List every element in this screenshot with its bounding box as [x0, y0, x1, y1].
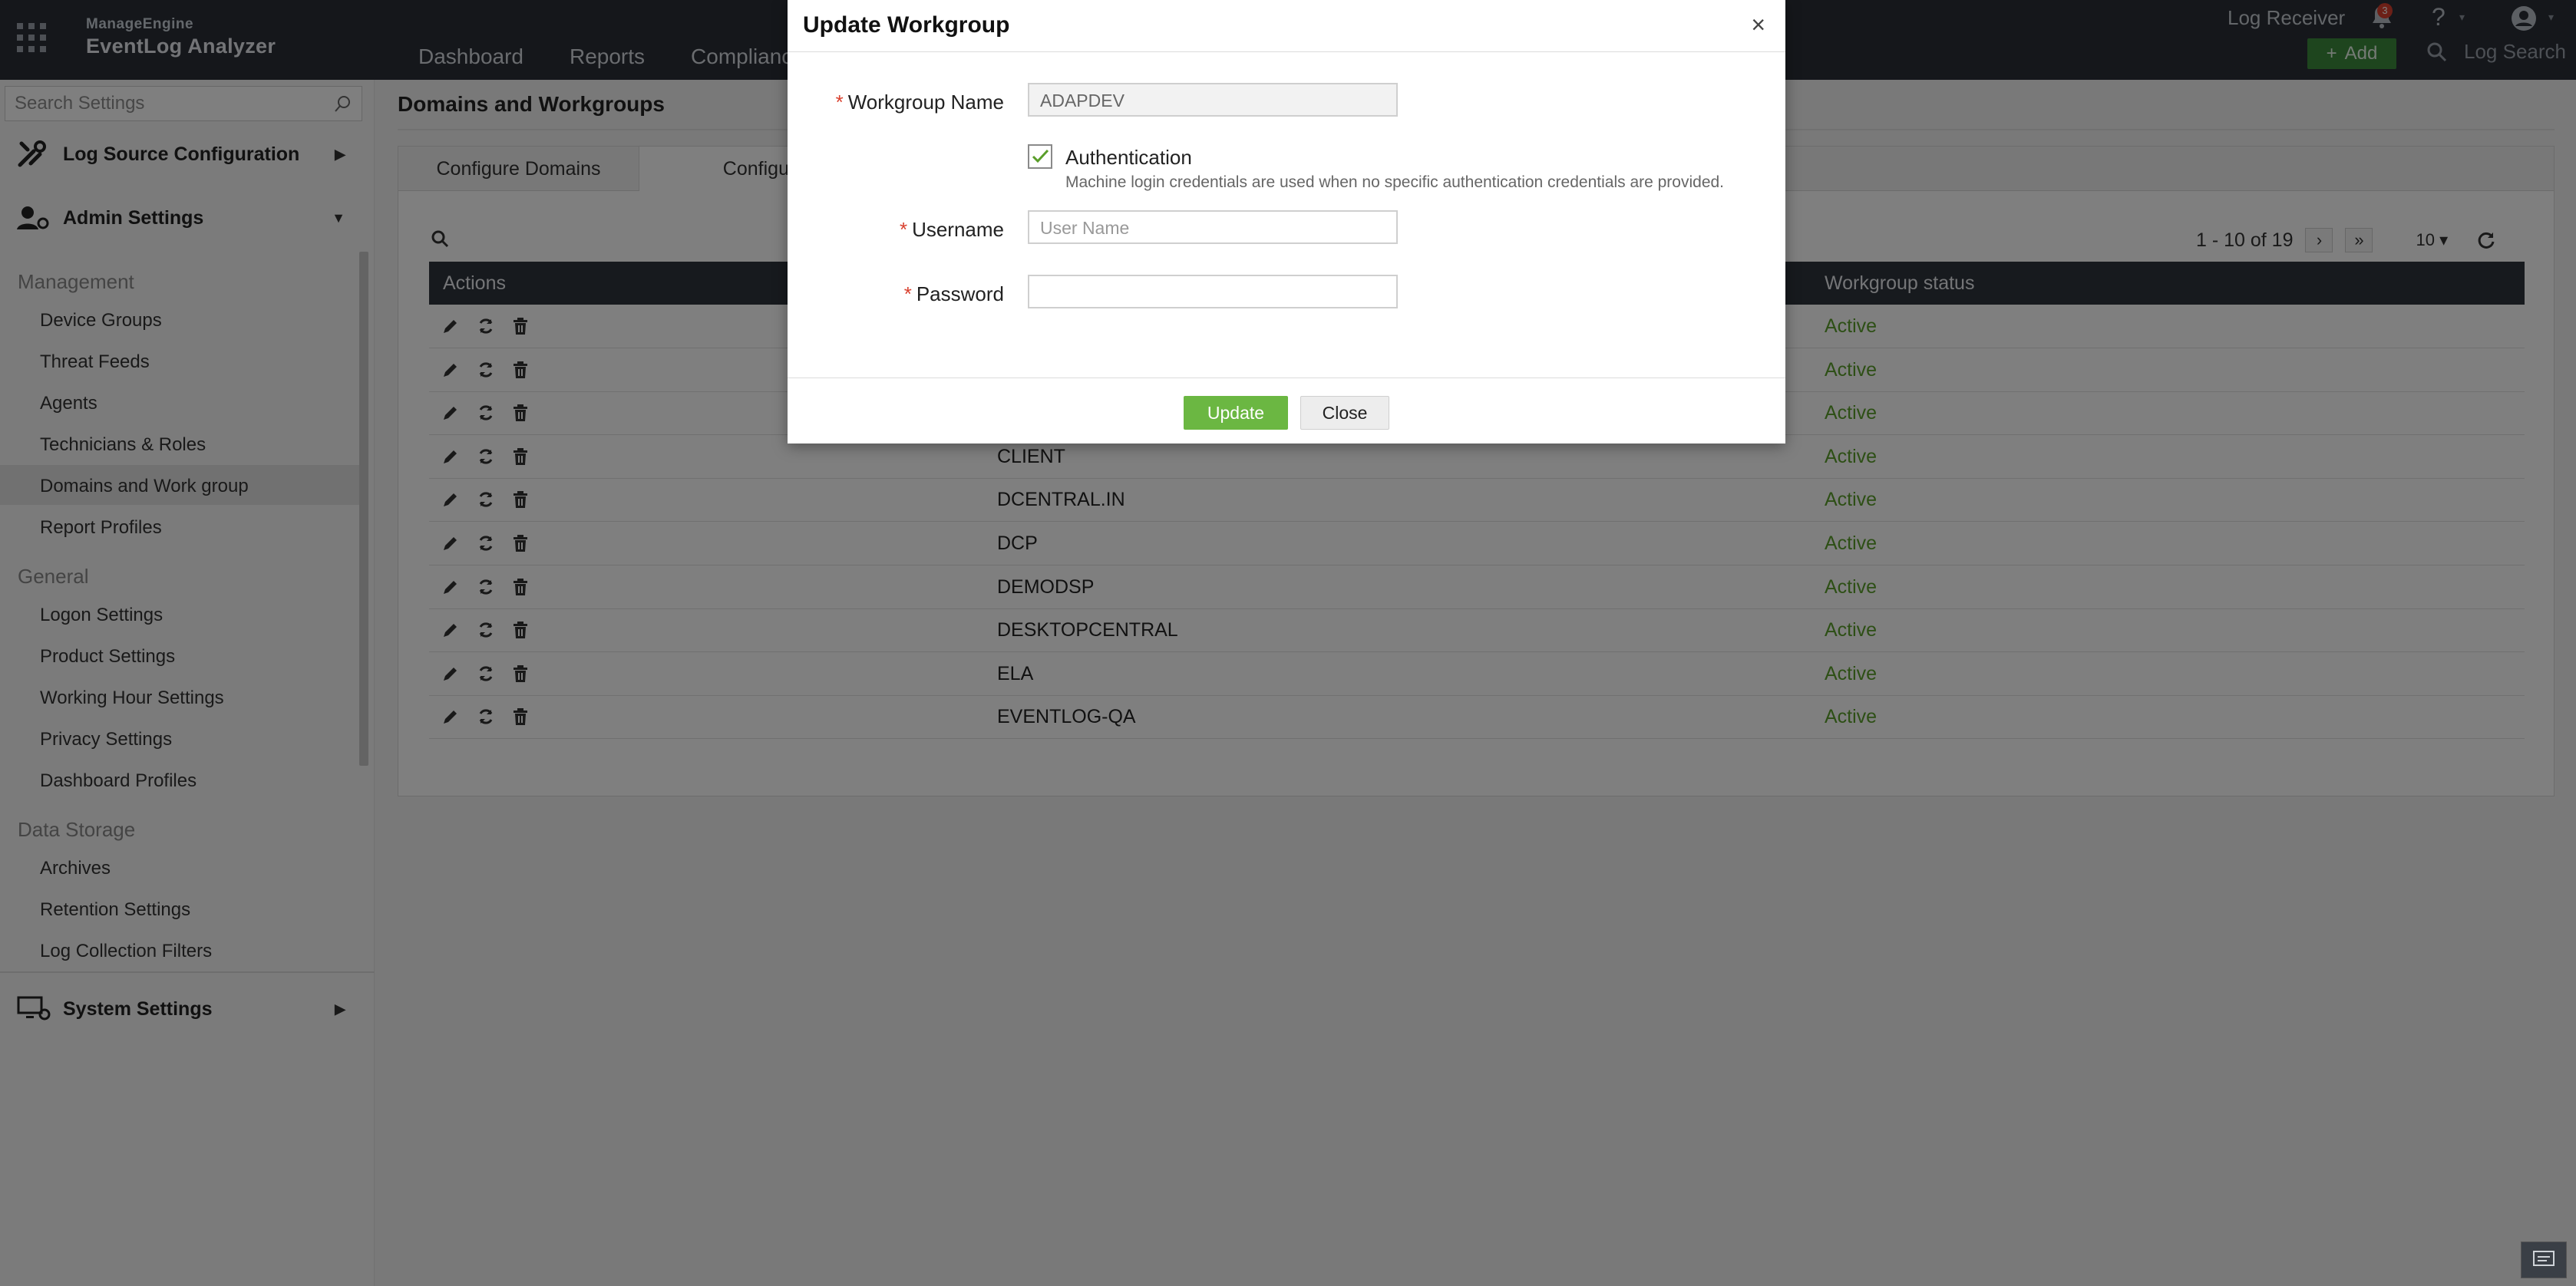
username-label: * Username — [900, 218, 1004, 242]
username-text: Username — [912, 218, 1004, 241]
password-field[interactable] — [1028, 275, 1398, 308]
dialog-title: Update Workgroup — [803, 12, 1010, 38]
update-workgroup-dialog: Update Workgroup × * Workgroup Name ADAPD… — [788, 0, 1785, 444]
workgroup-name-text: Workgroup Name — [847, 91, 1004, 114]
required-marker: * — [903, 282, 912, 305]
close-icon[interactable]: × — [1751, 11, 1765, 39]
authentication-checkbox[interactable] — [1028, 144, 1052, 169]
workgroup-name-label: * Workgroup Name — [836, 91, 1004, 114]
close-button[interactable]: Close — [1300, 396, 1389, 430]
authentication-label: Authentication — [1065, 146, 1192, 169]
workgroup-name-row: * Workgroup Name ADAPDEV — [788, 83, 1785, 118]
authentication-description: Machine login credentials are used when … — [1065, 173, 1725, 191]
workgroup-name-field[interactable]: ADAPDEV — [1028, 83, 1398, 117]
password-row: * Password — [788, 275, 1785, 310]
update-button[interactable]: Update — [1184, 396, 1288, 430]
required-marker: * — [835, 91, 844, 114]
username-field[interactable]: User Name — [1028, 210, 1398, 244]
username-row: * Username User Name — [788, 210, 1785, 246]
password-label: * Password — [904, 282, 1004, 306]
required-marker: * — [899, 218, 908, 241]
chat-icon[interactable] — [2521, 1241, 2567, 1278]
checkmark-icon — [1032, 149, 1049, 163]
password-text: Password — [916, 282, 1004, 305]
dialog-header: Update Workgroup × — [788, 0, 1785, 52]
